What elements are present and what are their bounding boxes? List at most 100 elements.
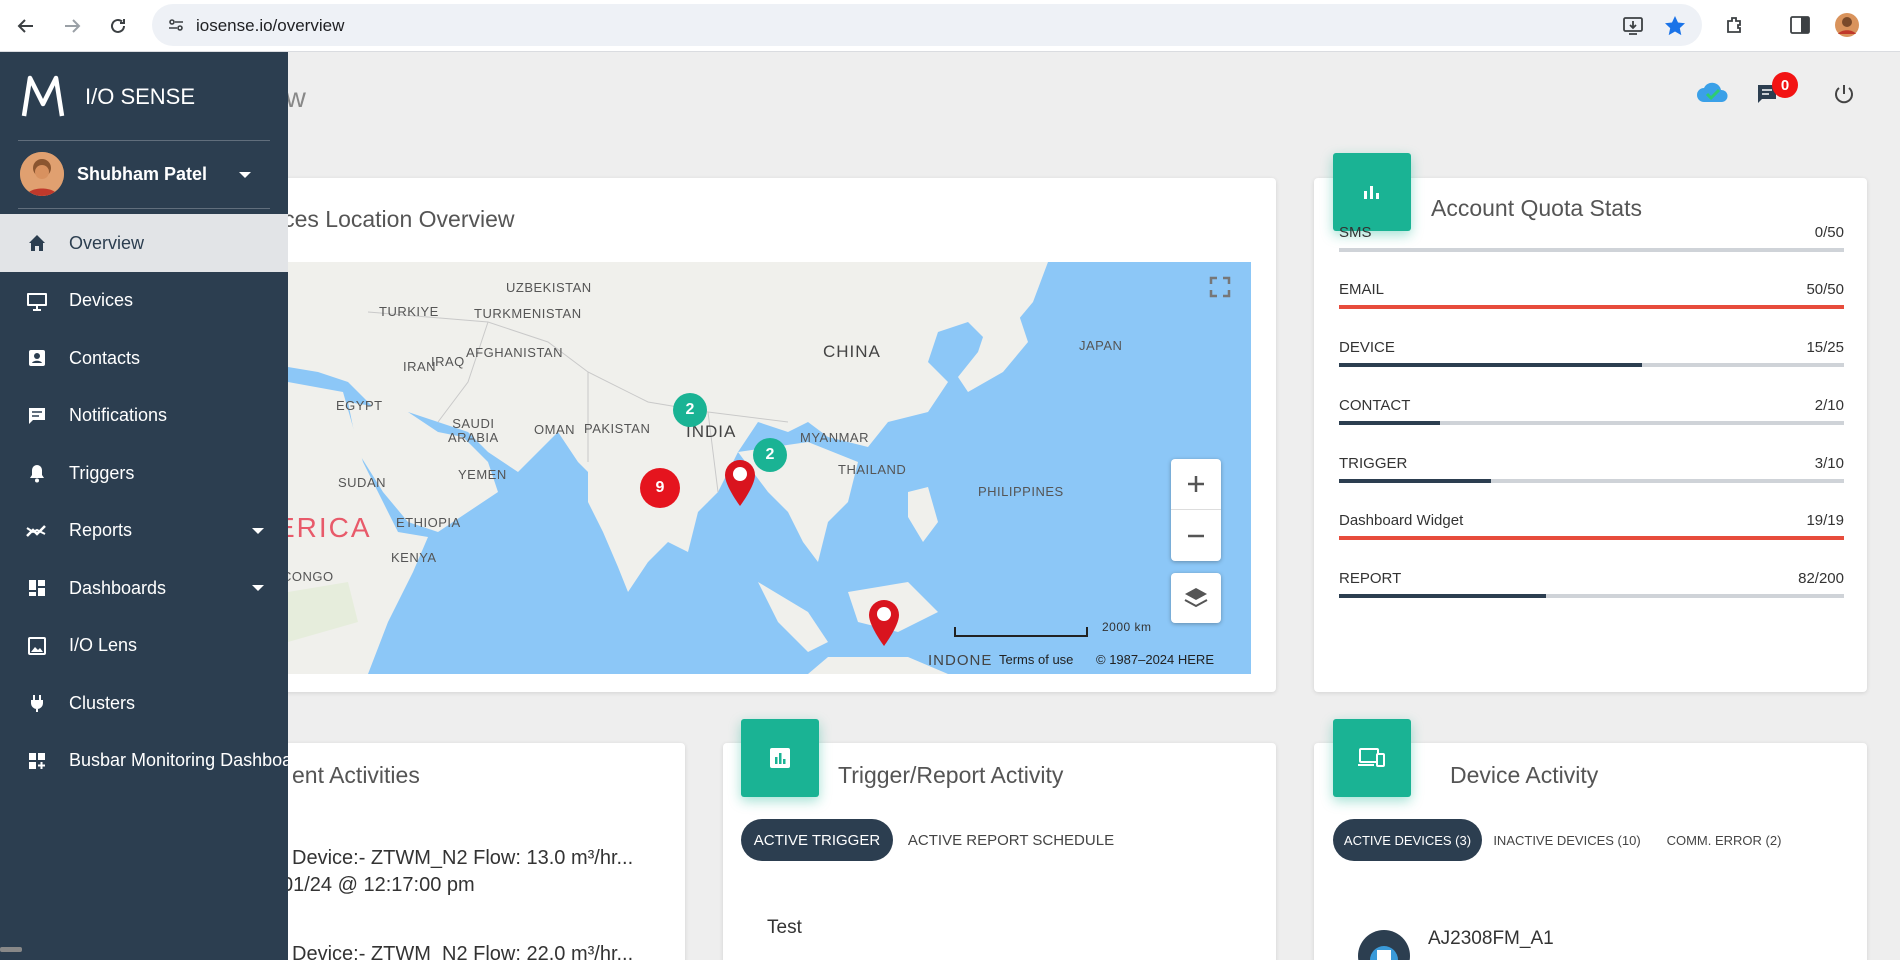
chevron-down-icon[interactable] (252, 585, 264, 591)
quota-label: TRIGGER (1339, 455, 1408, 472)
quota-progress-bar (1339, 305, 1844, 309)
quota-row: CONTACT 2/10 (1339, 397, 1844, 437)
map-label: PAKISTAN (584, 421, 651, 436)
quota-progress-fill (1339, 305, 1844, 309)
activity-timestamp: 01/24 @ 12:17:00 pm (282, 874, 475, 896)
quota-progress-bar (1339, 479, 1844, 483)
quota-progress-fill (1339, 536, 1844, 540)
quota-progress-bar (1339, 248, 1844, 252)
user-name[interactable]: Shubham Patel (77, 164, 207, 185)
map-label: KENYA (391, 550, 437, 565)
report-icon (741, 719, 819, 797)
monitor-icon (24, 288, 50, 314)
quota-value: 2/10 (1814, 397, 1844, 414)
map-label: UZBEKISTAN (506, 280, 592, 295)
sidebar-scroll-indicator[interactable] (0, 947, 22, 952)
contact-card-icon (24, 345, 50, 371)
sidebar-item-overview[interactable]: Overview (0, 214, 288, 272)
chevron-down-icon[interactable] (252, 527, 264, 534)
device-activity-title: Device Activity (1450, 762, 1599, 788)
device-map[interactable]: UZBEKISTAN TURKMENISTAN TURKIYE AFGHANIS… (288, 262, 1251, 674)
reload-icon[interactable] (102, 10, 134, 42)
extensions-icon[interactable] (1722, 12, 1748, 38)
map-cluster-marker[interactable]: 2 (673, 393, 707, 427)
io-sense-logo-icon[interactable] (20, 70, 66, 125)
forward-icon[interactable] (56, 10, 88, 42)
activity-text: Device:- ZTWM_N2 Flow: 22.0 m³/hr... (292, 943, 634, 960)
sidebar-item-devices[interactable]: Devices (0, 272, 288, 330)
sidebar-item-dashboards[interactable]: Dashboards (0, 559, 288, 617)
map-label: IRAQ (431, 354, 465, 369)
zoom-in-icon[interactable] (1171, 459, 1221, 510)
quota-value: 50/50 (1806, 281, 1844, 298)
map-label: ERICA (288, 512, 372, 543)
quota-label: SMS (1339, 224, 1372, 241)
bell-icon (24, 460, 50, 486)
bookmark-star-icon[interactable] (1662, 13, 1688, 39)
sidebar-item-busbar-monitoring-dashboa[interactable]: Busbar Monitoring Dashboa (0, 732, 288, 790)
trigger-list-item[interactable]: Test (767, 917, 802, 939)
sidebar-item-label: I/O Lens (69, 635, 138, 655)
back-icon[interactable] (10, 10, 42, 42)
install-app-icon[interactable] (1620, 13, 1646, 39)
tab-comm-error[interactable]: COMM. ERROR (2) (1656, 819, 1792, 861)
profile-avatar-icon[interactable] (1834, 12, 1860, 38)
quota-progress-fill (1339, 363, 1642, 367)
side-panel-icon[interactable] (1787, 12, 1813, 38)
recent-activities-title: ent Activities (292, 762, 420, 788)
map-label: CHINA (823, 342, 881, 361)
sidebar-item-label: Reports (69, 520, 133, 540)
map-cluster-marker[interactable]: 9 (640, 468, 680, 508)
sidebar-item-label: Devices (69, 290, 134, 310)
sidebar-item-notifications[interactable]: Notifications (0, 387, 288, 445)
tab-active-devices[interactable]: ACTIVE DEVICES (3) (1333, 819, 1482, 861)
sidebar-item-label: Contacts (69, 347, 141, 368)
sidebar-item-label: Busbar Monitoring Dashboa (69, 750, 288, 770)
activity-text: Device:- ZTWM_N2 Flow: 13.0 m³/hr... (292, 847, 634, 869)
browser-toolbar: iosense.io/overview (0, 0, 1900, 52)
sidebar-item-clusters[interactable]: Clusters (0, 674, 288, 732)
sidebar-item-i-o-lens[interactable]: I/O Lens (0, 617, 288, 675)
map-label: SAUDI ARABIA (448, 416, 499, 445)
bar-chart-icon (1333, 153, 1411, 231)
map-label: MYANMAR (800, 430, 869, 445)
map-label: OMAN (534, 422, 575, 437)
tab-active-report-schedule[interactable]: ACTIVE REPORT SCHEDULE (903, 819, 1119, 861)
map-scale-label: 2000 km (1102, 620, 1152, 634)
zoom-control (1171, 459, 1221, 561)
quota-progress-bar (1339, 421, 1844, 425)
map-copyright: © 1987–2024 HERE (1096, 652, 1214, 667)
sidebar-divider (18, 140, 270, 141)
tab-inactive-devices[interactable]: INACTIVE DEVICES (10) (1492, 819, 1642, 861)
power-icon[interactable] (1832, 82, 1856, 111)
map-label: TURKMENISTAN (474, 306, 582, 321)
site-settings-icon[interactable] (166, 15, 186, 40)
sidebar-item-triggers[interactable]: Triggers (0, 444, 288, 502)
sidebar-item-contacts[interactable]: Contacts (0, 329, 288, 387)
map-pin-icon[interactable] (866, 598, 902, 653)
cloud-sync-icon[interactable] (1696, 80, 1730, 109)
quota-progress-bar (1339, 536, 1844, 540)
address-bar[interactable]: iosense.io/overview (152, 4, 1702, 46)
sidebar-item-label: Notifications (69, 405, 168, 425)
notification-count-badge: 0 (1772, 72, 1798, 98)
map-cluster-marker[interactable]: 2 (753, 438, 787, 472)
layers-icon[interactable] (1171, 573, 1221, 623)
quota-value: 15/25 (1806, 339, 1844, 356)
device-name[interactable]: AJ2308FM_A1 (1428, 928, 1554, 950)
map-scale-bar (954, 627, 1088, 637)
user-menu-caret-icon[interactable] (239, 172, 251, 178)
tab-active-trigger[interactable]: ACTIVE TRIGGER (741, 819, 893, 861)
user-avatar[interactable] (20, 152, 64, 196)
map-label: THAILAND (838, 462, 907, 477)
terms-of-use-link[interactable]: Terms of use (999, 652, 1073, 667)
zoom-out-icon[interactable] (1171, 510, 1221, 561)
map-pin-icon[interactable] (722, 458, 758, 513)
quota-progress-fill (1339, 594, 1547, 598)
add-dashboard-icon (24, 748, 50, 774)
map-label: IRAN (403, 359, 437, 374)
quota-row: EMAIL 50/50 (1339, 281, 1844, 321)
quota-progress-fill (1339, 421, 1440, 425)
fullscreen-icon[interactable] (1205, 272, 1235, 302)
sidebar-item-reports[interactable]: Reports (0, 502, 288, 560)
